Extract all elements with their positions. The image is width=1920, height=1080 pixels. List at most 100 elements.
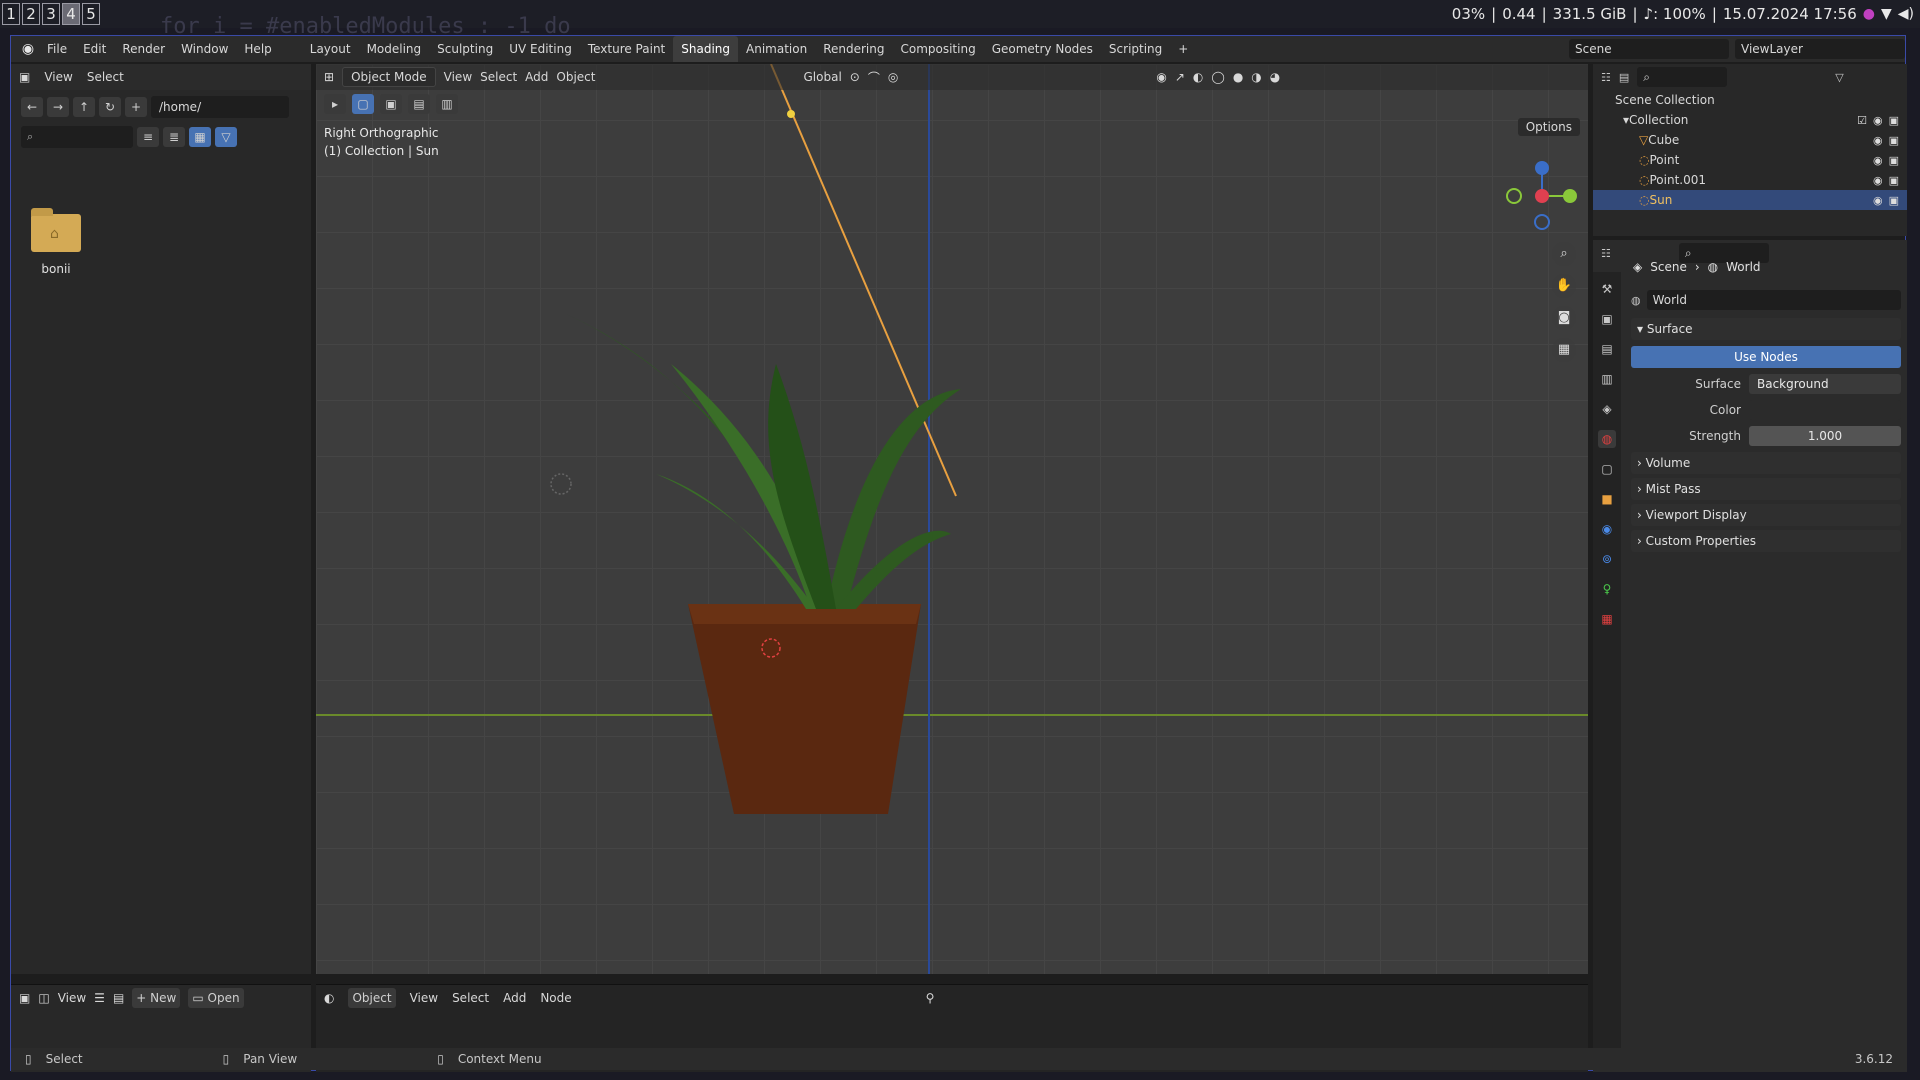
view-layer-field[interactable]: ViewLayer [1735, 39, 1905, 59]
orientation-dropdown[interactable]: Global [804, 70, 842, 84]
wireframe-shading-icon[interactable]: ◯ [1211, 70, 1224, 84]
object-tab-icon[interactable]: ■ [1598, 490, 1616, 508]
tab-geometry-nodes[interactable]: Geometry Nodes [984, 36, 1101, 62]
editor-type-icon[interactable]: ⊞ [324, 70, 334, 84]
tab-uv-editing[interactable]: UV Editing [501, 36, 580, 62]
render-icon[interactable]: ▣ [1889, 114, 1899, 127]
tool-tab-icon[interactable]: ⚒ [1598, 280, 1616, 298]
hamburger-icon[interactable]: ☰ [94, 991, 105, 1005]
add-workspace-button[interactable]: + [1170, 36, 1196, 62]
tab-texture-paint[interactable]: Texture Paint [580, 36, 673, 62]
visibility-icon[interactable]: ◉ [1156, 70, 1166, 84]
display-mode-icon[interactable]: ▤ [1619, 71, 1629, 84]
folder-item[interactable]: ⌂ bonii [31, 208, 81, 276]
object-type-dropdown[interactable]: Object [348, 988, 396, 1008]
pin-icon[interactable]: ⚲ [926, 991, 935, 1005]
tab-layout[interactable]: Layout [302, 36, 359, 62]
thumbnail-view-icon[interactable]: ▦ [189, 127, 211, 147]
workspace-4[interactable]: 4 [62, 3, 80, 25]
menu-render[interactable]: Render [114, 42, 173, 56]
solid-shading-icon[interactable]: ● [1233, 70, 1243, 84]
data-tab-icon[interactable]: ♀ [1598, 580, 1616, 598]
editor-type-icon[interactable]: ☷ [1601, 247, 1611, 260]
outliner-item-sun[interactable]: ◌ Sun ◉ ▣ [1593, 190, 1907, 210]
ie-menu-view[interactable]: View [58, 991, 86, 1005]
menu-edit[interactable]: Edit [75, 42, 114, 56]
view-mode-icon[interactable]: ◫ [38, 991, 49, 1005]
gizmo-toggle-icon[interactable]: ↗ [1175, 70, 1185, 84]
menu-file[interactable]: File [39, 42, 75, 56]
refresh-icon[interactable]: ↻ [99, 97, 121, 117]
tab-scripting[interactable]: Scripting [1101, 36, 1170, 62]
workspace-3[interactable]: 3 [42, 3, 60, 25]
eye-icon[interactable]: ◉ [1873, 194, 1883, 207]
new-folder-icon[interactable]: + [125, 97, 147, 117]
fb-menu-select[interactable]: Select [87, 70, 124, 84]
rendered-shading-icon[interactable]: ◕ [1270, 70, 1280, 84]
wifi-icon[interactable]: ▼ [1881, 6, 1892, 22]
render-tab-icon[interactable]: ▣ [1598, 310, 1616, 328]
collection-tab-icon[interactable]: ▢ [1598, 460, 1616, 478]
tab-shading[interactable]: Shading [673, 36, 738, 62]
speaker-icon[interactable]: ◀) [1898, 6, 1914, 22]
eye-icon[interactable]: ◉ [1873, 134, 1883, 147]
vp-menu-add[interactable]: Add [525, 70, 548, 84]
editor-type-icon[interactable]: ◐ [324, 991, 334, 1005]
filter-icon[interactable]: ▽ [1835, 71, 1843, 84]
select-subtract-icon[interactable]: ▤ [408, 94, 430, 114]
tray-app-icon[interactable]: ● [1863, 6, 1875, 22]
world-browse-icon[interactable]: ◍ [1631, 294, 1641, 307]
snap-icon[interactable]: ⌒ [868, 69, 880, 86]
zoom-icon[interactable]: ⌕ [1552, 242, 1576, 266]
editor-type-icon[interactable]: ☷ [1601, 71, 1611, 84]
output-tab-icon[interactable]: ▤ [1598, 340, 1616, 358]
pan-hand-icon[interactable]: ✋ [1552, 274, 1576, 298]
eye-icon[interactable]: ◉ [1873, 174, 1883, 187]
constraints-tab-icon[interactable]: ⊚ [1598, 550, 1616, 568]
path-field[interactable]: /home/ [151, 96, 289, 118]
ortho-grid-icon[interactable]: ▦ [1552, 338, 1576, 362]
workspace-5[interactable]: 5 [82, 3, 100, 25]
navigation-gizmo[interactable] [1506, 160, 1578, 232]
overlay-toggle-icon[interactable]: ◐ [1193, 70, 1203, 84]
outliner-scene-collection[interactable]: Scene Collection [1593, 90, 1907, 110]
scene-tab-icon[interactable]: ◈ [1598, 400, 1616, 418]
color-swatch[interactable] [1749, 400, 1901, 420]
physics-tab-icon[interactable]: ◉ [1598, 520, 1616, 538]
use-nodes-button[interactable]: Use Nodes [1631, 346, 1901, 368]
eye-icon[interactable]: ◉ [1873, 154, 1883, 167]
render-icon[interactable]: ▣ [1889, 154, 1899, 167]
vp-menu-view[interactable]: View [444, 70, 472, 84]
ne-menu-view[interactable]: View [410, 991, 438, 1005]
vp-menu-object[interactable]: Object [556, 70, 595, 84]
workspace-1[interactable]: 1 [2, 3, 20, 25]
ne-menu-select[interactable]: Select [452, 991, 489, 1005]
outliner-item-point-001[interactable]: ◌ Point.001 ◉ ▣ [1593, 170, 1907, 190]
outliner-item-point[interactable]: ◌ Point ◉ ▣ [1593, 150, 1907, 170]
select-extend-icon[interactable]: ▣ [380, 94, 402, 114]
exclude-checkbox[interactable]: ☑ [1857, 114, 1867, 127]
back-arrow-icon[interactable]: ← [21, 97, 43, 117]
eye-icon[interactable]: ◉ [1873, 114, 1883, 127]
menu-window[interactable]: Window [173, 42, 236, 56]
view-layer-tab-icon[interactable]: ▥ [1598, 370, 1616, 388]
tab-rendering[interactable]: Rendering [815, 36, 892, 62]
new-image-button[interactable]: + New [132, 988, 181, 1008]
ne-menu-add[interactable]: Add [503, 991, 526, 1005]
outliner-collection[interactable]: ▾ Collection ☑ ◉ ▣ [1593, 110, 1907, 130]
strength-field[interactable]: 1.000 [1749, 426, 1901, 446]
ne-menu-node[interactable]: Node [540, 991, 571, 1005]
object-mode-dropdown[interactable]: Object Mode [342, 67, 436, 87]
options-dropdown[interactable]: Options [1517, 118, 1580, 136]
list-view-icon[interactable]: ≡ [137, 127, 159, 147]
select-tool-icon[interactable]: ▸ [324, 94, 346, 114]
open-image-button[interactable]: ▭ Open [188, 988, 244, 1008]
world-name-field[interactable]: World [1646, 290, 1901, 310]
camera-icon[interactable]: ◙ [1552, 306, 1576, 330]
outliner-item-cube[interactable]: ▽ Cube ◉ ▣ [1593, 130, 1907, 150]
proportional-edit-icon[interactable]: ◎ [888, 70, 898, 84]
tab-compositing[interactable]: Compositing [892, 36, 983, 62]
viewport-display-section[interactable]: › Viewport Display [1631, 504, 1901, 526]
workspace-2[interactable]: 2 [22, 3, 40, 25]
scene-field[interactable]: Scene [1569, 39, 1729, 59]
